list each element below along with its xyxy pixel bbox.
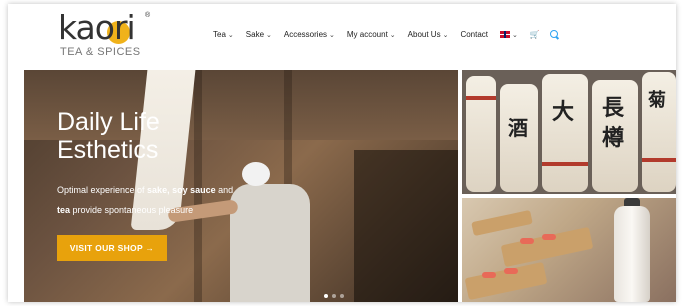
nav-item-accessories[interactable]: Accessories ⌄ — [284, 30, 335, 39]
slider-dot[interactable] — [340, 294, 344, 298]
hero-subtitle-text: provide spontaneous pleasure — [70, 205, 194, 215]
cart-icon[interactable]: 🛒 — [530, 30, 540, 39]
hero-subtitle-bold: tea — [57, 205, 71, 215]
nav-item-label: Accessories — [283, 29, 328, 39]
barrel-band — [542, 162, 588, 166]
slider-dot[interactable] — [332, 294, 336, 298]
chevron-down-icon: ⌄ — [227, 31, 234, 39]
main-navigation: Tea ⌄ Sake ⌄ Accessories ⌄ My account ⌄ Abou… — [213, 26, 558, 42]
hero-subtitle-text: and — [215, 185, 234, 195]
barrel-glyph: 菊 — [648, 90, 666, 111]
slider-dot[interactable] — [324, 294, 328, 298]
nav-item-label: Contact — [460, 29, 489, 39]
nav-item-about-us[interactable]: About Us ⌄ — [408, 30, 449, 39]
hero-slider: Daily Life Esthetics Optimal experience … — [24, 70, 458, 302]
sake-barrel-image: 酒 — [500, 84, 538, 192]
search-icon[interactable] — [549, 30, 558, 38]
hero-shadow-image — [354, 150, 458, 302]
hero-subtitle: Optimal experience of sake, soy sauce an… — [57, 180, 277, 220]
visit-shop-button[interactable]: VISIT OUR SHOP → — [57, 235, 167, 261]
barrel-glyph: 長 — [602, 95, 625, 121]
sushi-sake-tile[interactable] — [462, 198, 676, 302]
nav-item-contact[interactable]: Contact — [460, 30, 488, 39]
nav-item-my-account[interactable]: My account ⌄ — [347, 30, 396, 39]
barrel-band — [642, 158, 676, 162]
chevron-down-icon: ⌄ — [389, 31, 396, 39]
chevron-down-icon: ⌄ — [329, 31, 335, 39]
chevron-down-icon: ⌄ — [266, 31, 272, 39]
logo-tagline: TEA & SPICES — [60, 46, 141, 58]
site-header: kaori ® TEA & SPICES Tea ⌄ Sake ⌄ Accessor… — [8, 4, 676, 68]
sake-barrel-image: 長 樽 — [592, 80, 638, 192]
hero-subtitle-text: Optimal experience of — [57, 185, 148, 195]
chevron-down-icon: ⌄ — [442, 31, 449, 39]
sake-bottle-image — [614, 206, 650, 302]
language-switcher[interactable]: ⌄ — [500, 30, 518, 39]
nav-item-label: My account — [346, 29, 388, 39]
nav-item-tea[interactable]: Tea ⌄ — [213, 30, 234, 39]
sake-barrel-image — [466, 76, 496, 192]
nav-item-label: Tea — [213, 29, 226, 39]
sushi-image — [504, 268, 518, 274]
sake-barrel-image: 大 — [542, 74, 588, 192]
page-frame: kaori ® TEA & SPICES Tea ⌄ Sake ⌄ Accessor… — [8, 4, 676, 302]
nav-item-label: About Us — [407, 29, 441, 39]
sushi-image — [520, 238, 534, 244]
barrel-glyph: 酒 — [508, 116, 528, 140]
barrel-band — [466, 96, 496, 100]
hero-subtitle-bold: sake, soy sauce — [147, 185, 216, 195]
barrel-glyph: 大 — [552, 99, 575, 125]
logo-wordmark: kaori — [58, 8, 136, 47]
barrel-glyph: 樽 — [602, 125, 625, 151]
sake-barrels-tile[interactable]: 酒 大 長 樽 菊 — [462, 70, 676, 194]
nav-item-label: Sake — [245, 29, 265, 39]
hero-title-line: Esthetics — [57, 136, 159, 164]
logo-trademark: ® — [145, 12, 151, 19]
slider-dots — [324, 294, 348, 298]
nav-item-sake[interactable]: Sake ⌄ — [246, 30, 272, 39]
hero-title-line: Daily Life — [57, 108, 160, 136]
wooden-tray-image — [471, 209, 533, 237]
hero-title: Daily Life Esthetics — [57, 108, 237, 164]
uk-flag-icon — [500, 30, 511, 38]
wooden-tray-image — [500, 226, 594, 268]
sake-barrel-image: 菊 — [642, 72, 676, 192]
sushi-image — [542, 234, 556, 240]
chevron-down-icon: ⌄ — [512, 31, 518, 39]
kaori-logo[interactable]: kaori ® TEA & SPICES — [58, 8, 168, 64]
sushi-image — [482, 272, 496, 278]
